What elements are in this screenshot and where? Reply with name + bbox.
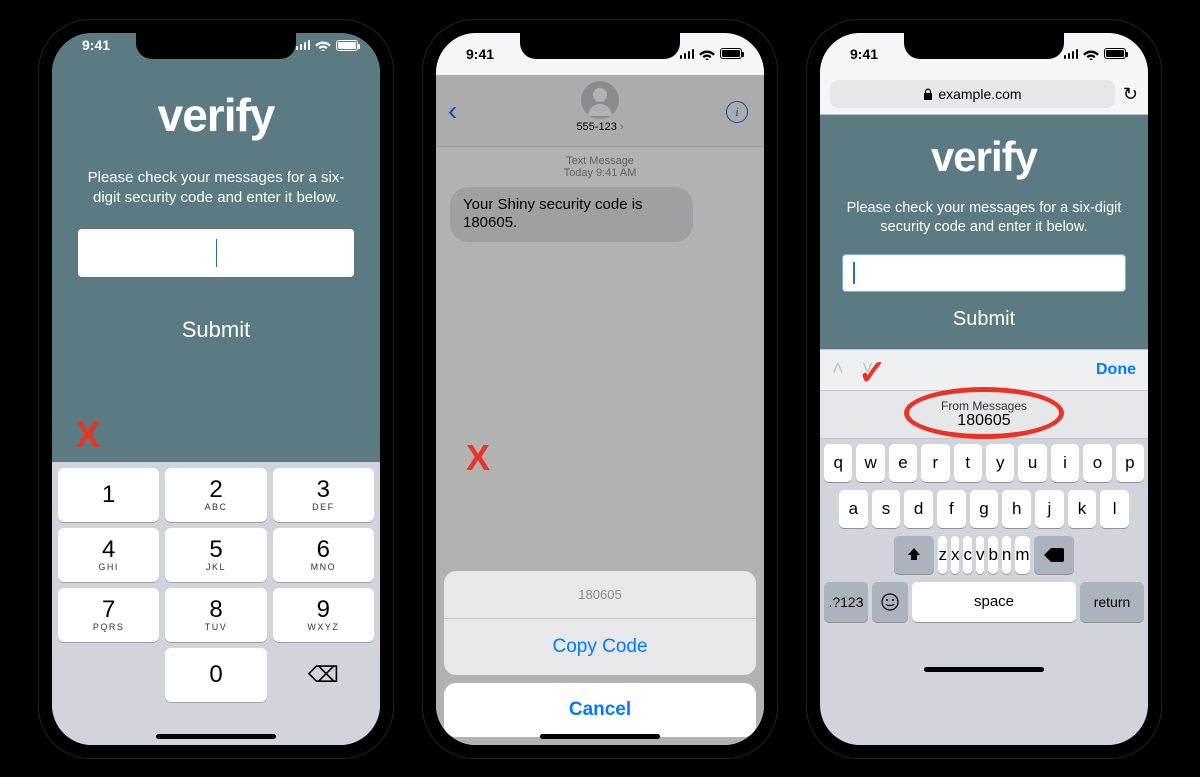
submit-button[interactable]: Submit [74, 317, 358, 343]
key-9[interactable]: 9WXYZ [273, 588, 374, 642]
key-blank [58, 648, 159, 702]
key-5[interactable]: 5JKL [165, 528, 266, 582]
phone-frame-2: 9:41 ‹ 555-123 i Text MessageToday 9:41 … [422, 19, 778, 759]
verify-title: verify [840, 133, 1128, 181]
submit-button[interactable]: Submit [840, 308, 1128, 331]
verify-panel: verify Please check your messages for a … [820, 115, 1148, 349]
annotation-check-icon: ✓ [858, 353, 887, 393]
key-a[interactable]: a [839, 490, 868, 528]
key-r[interactable]: r [921, 444, 949, 482]
key-f[interactable]: f [937, 490, 966, 528]
emoji-key[interactable] [872, 582, 908, 622]
status-time: 9:41 [466, 46, 494, 62]
key-w[interactable]: w [856, 444, 884, 482]
key-p[interactable]: p [1116, 444, 1144, 482]
verify-panel: verify Please check your messages for a … [52, 58, 380, 462]
home-indicator[interactable] [156, 734, 276, 739]
home-indicator[interactable] [924, 667, 1044, 672]
status-time: 9:41 [850, 46, 878, 62]
qwerty-keyboard: qwertyuiop asdfghjkl zxcvbnm .?123 space… [820, 439, 1148, 626]
key-u[interactable]: u [1018, 444, 1046, 482]
key-8[interactable]: 8TUV [165, 588, 266, 642]
cancel-button[interactable]: Cancel [444, 683, 756, 737]
return-key[interactable]: return [1080, 582, 1144, 622]
url-field[interactable]: example.com [830, 80, 1115, 108]
key-2[interactable]: 2ABC [165, 468, 266, 522]
verify-title: verify [74, 88, 358, 142]
key-g[interactable]: g [970, 490, 999, 528]
wifi-icon [315, 39, 331, 51]
key-backspace[interactable]: ⌫ [273, 648, 374, 702]
key-z[interactable]: z [938, 536, 947, 574]
key-d[interactable]: d [904, 490, 933, 528]
battery-icon [336, 40, 358, 51]
key-6[interactable]: 6MNO [273, 528, 374, 582]
key-x[interactable]: x [951, 536, 960, 574]
notch [136, 33, 296, 59]
key-1[interactable]: 1 [58, 468, 159, 522]
url-text: example.com [938, 86, 1021, 102]
notch [520, 33, 680, 59]
key-i[interactable]: i [1051, 444, 1079, 482]
key-m[interactable]: m [1015, 536, 1029, 574]
number-switch-key[interactable]: .?123 [824, 582, 868, 622]
key-s[interactable]: s [872, 490, 901, 528]
key-c[interactable]: c [963, 536, 972, 574]
key-o[interactable]: o [1083, 444, 1111, 482]
code-input[interactable] [78, 229, 354, 277]
refresh-button[interactable]: ↻ [1123, 84, 1138, 105]
phone-frame-3: 9:41 example.com ↻ verify Please check y… [806, 19, 1162, 759]
keyboard-accessory: ˄˅ ✓ Done [820, 349, 1148, 391]
phone-frame-1: 9:41 verify Please check your messages f… [38, 19, 394, 759]
status-time: 9:41 [82, 37, 110, 53]
battery-icon [1104, 48, 1126, 59]
key-k[interactable]: k [1068, 490, 1097, 528]
key-y[interactable]: y [986, 444, 1014, 482]
verify-subtitle: Please check your messages for a six-dig… [846, 199, 1122, 238]
up-arrow-icon: ˄ [832, 358, 844, 381]
signal-icon [680, 49, 695, 59]
code-input[interactable] [842, 254, 1126, 292]
home-bar-area [52, 708, 380, 744]
home-indicator[interactable] [540, 734, 660, 739]
key-4[interactable]: 4GHI [58, 528, 159, 582]
key-0[interactable]: 0 [165, 648, 266, 702]
key-3[interactable]: 3DEF [273, 468, 374, 522]
autofill-suggestion[interactable]: From Messages 180605 [820, 391, 1148, 439]
done-button[interactable]: Done [1096, 361, 1136, 379]
signal-icon [296, 40, 311, 50]
number-pad: 1 2ABC 3DEF 4GHI 5JKL 6MNO 7PQRS 8TUV 9W… [52, 462, 380, 708]
key-e[interactable]: e [889, 444, 917, 482]
safari-url-bar: example.com ↻ [820, 75, 1148, 115]
verify-subtitle: Please check your messages for a six-dig… [74, 168, 358, 209]
notch [904, 33, 1064, 59]
wifi-icon [1083, 48, 1099, 60]
annotation-x-icon: X [76, 414, 100, 456]
wifi-icon [699, 48, 715, 60]
key-b[interactable]: b [988, 536, 997, 574]
home-bar-area [820, 626, 1148, 678]
key-t[interactable]: t [954, 444, 982, 482]
battery-icon [720, 48, 742, 59]
sheet-code-label: 180605 [444, 571, 756, 619]
key-n[interactable]: n [1002, 536, 1011, 574]
action-sheet: 180605 Copy Code Cancel [444, 571, 756, 737]
key-v[interactable]: v [976, 536, 985, 574]
key-h[interactable]: h [1002, 490, 1031, 528]
signal-icon [1064, 49, 1079, 59]
lock-icon [923, 88, 933, 100]
copy-code-button[interactable]: Copy Code [444, 619, 756, 675]
annotation-x-icon: X [466, 437, 490, 479]
key-l[interactable]: l [1100, 490, 1129, 528]
key-q[interactable]: q [824, 444, 852, 482]
annotation-circle [904, 387, 1064, 439]
shift-key[interactable] [894, 536, 934, 574]
space-key[interactable]: space [912, 582, 1076, 622]
key-j[interactable]: j [1035, 490, 1064, 528]
backspace-key[interactable] [1034, 536, 1074, 574]
key-7[interactable]: 7PQRS [58, 588, 159, 642]
